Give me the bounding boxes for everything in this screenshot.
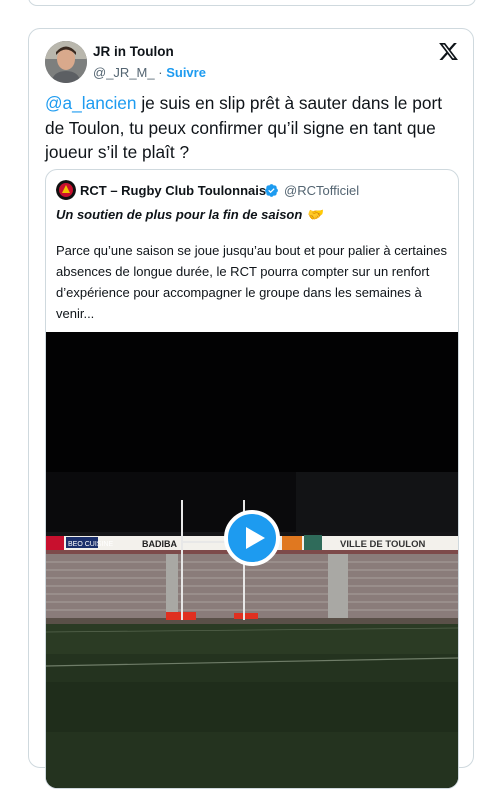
verified-badge-icon (264, 183, 279, 198)
quoted-handle[interactable]: @RCTofficiel (284, 183, 359, 198)
mention-link[interactable]: @a_lancien (45, 93, 137, 113)
x-logo-icon[interactable] (438, 41, 459, 62)
play-icon (246, 527, 265, 549)
banner-sponsor-1: BADIBA (142, 539, 177, 549)
quoted-account-name[interactable]: RCT – Rugby Club Toulonnais (80, 183, 266, 198)
quoted-subtitle: Un soutien de plus pour la fin de saison… (56, 207, 322, 223)
rct-logo (56, 180, 76, 200)
play-button[interactable] (224, 510, 280, 566)
author-handle[interactable]: @_JR_M_ (93, 65, 155, 80)
previous-tweet-card (28, 0, 476, 6)
separator-dot: · (158, 65, 163, 80)
follow-button[interactable]: Suivre (166, 65, 206, 80)
handshake-emoji: 🤝 (305, 207, 323, 222)
tweet-text: @a_lancien je suis en slip prêt à sauter… (45, 91, 465, 165)
embedded-tweet-card[interactable]: JR in Toulon @_JR_M_ · Suivre @a_lancien… (28, 28, 474, 789)
quoted-body-text: Parce qu’une saison se joue jusqu’au bou… (56, 243, 447, 321)
author-avatar[interactable] (45, 41, 87, 83)
subtitle-text: Un soutien de plus pour la fin de saison (56, 207, 303, 222)
author-meta: @_JR_M_ · Suivre (93, 65, 206, 80)
video-media[interactable]: BEO CUISINE BADIBA VILLE DE TOULON (46, 332, 458, 788)
author-name[interactable]: JR in Toulon (93, 44, 174, 59)
banner-sponsor-2: BEO CUISINE (68, 541, 113, 548)
quoted-tweet-card[interactable]: RCT – Rugby Club Toulonnais @RCTofficiel… (45, 169, 459, 789)
stadium-banner-text: VILLE DE TOULON (340, 539, 425, 550)
